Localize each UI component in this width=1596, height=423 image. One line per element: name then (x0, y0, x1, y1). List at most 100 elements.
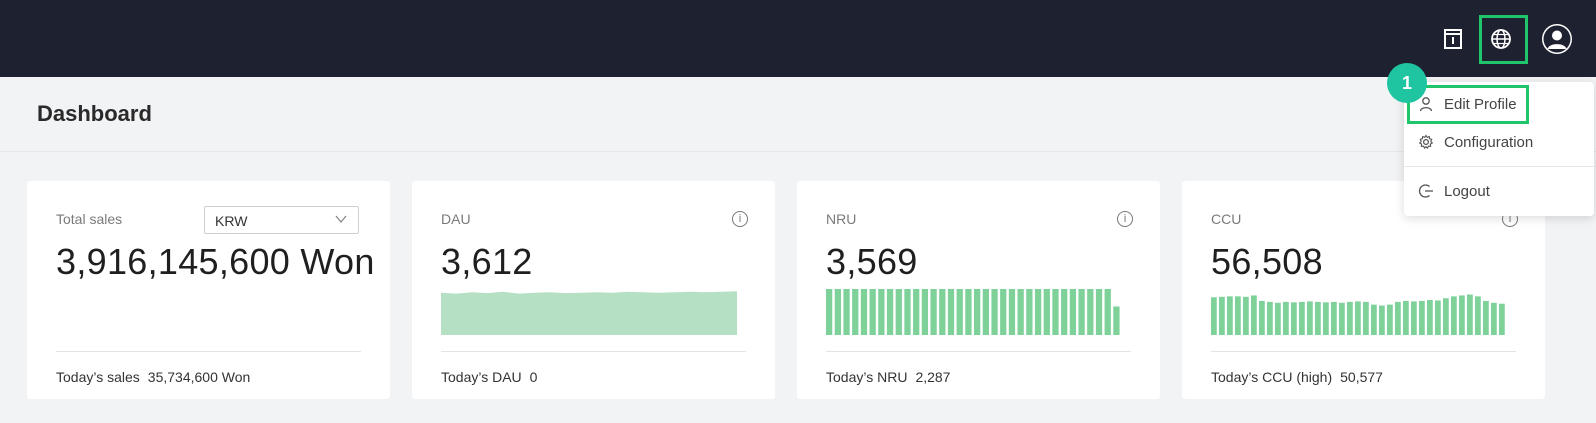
ccu-bar (1315, 301, 1321, 335)
footer-label: Today’s DAU (441, 369, 522, 385)
ccu-bar (1331, 301, 1337, 335)
ccu-bar (1499, 303, 1505, 335)
ccu-bar (1435, 300, 1441, 335)
user-avatar-icon[interactable] (1540, 22, 1574, 56)
ccu-bar (1443, 298, 1449, 335)
nru-bar (1043, 289, 1050, 335)
dau-area (441, 291, 737, 335)
nru-bar (1026, 289, 1033, 335)
nru-bar (1113, 306, 1120, 335)
ccu-bar (1459, 295, 1465, 335)
nru-bar (913, 289, 920, 335)
footer-label: Today’s sales (56, 369, 140, 385)
nru-bar (1017, 289, 1024, 335)
card-label: NRU (826, 211, 857, 227)
nru-bar (878, 289, 885, 335)
ccu-bar (1427, 300, 1433, 335)
ccu-bar (1347, 301, 1353, 335)
divider (56, 351, 361, 352)
dau-card: DAU i 3,612 Today’s DAU 0 (412, 181, 775, 399)
card-footer: Today’s sales 35,734,600 Won (56, 369, 250, 385)
total-sales-card: Total sales KRW 3,916,145,600 Won Today’… (27, 181, 390, 399)
ccu-bar (1419, 300, 1425, 335)
ccu-bar (1467, 294, 1473, 335)
nru-bar (1095, 289, 1103, 335)
nru-bar (1087, 289, 1094, 335)
nru-bar (1000, 289, 1007, 335)
nru-bar-chart (826, 289, 1120, 335)
info-icon[interactable]: i (732, 211, 748, 227)
info-icon[interactable]: i (1117, 211, 1133, 227)
footer-value: 0 (529, 369, 538, 385)
nru-bar (826, 289, 833, 335)
nru-bar (930, 289, 937, 335)
step-badge: 1 (1387, 63, 1427, 103)
nru-card: NRU i 3,569 Today’s NRU 2,287 (797, 181, 1160, 399)
ccu-bar (1403, 300, 1409, 335)
chevron-down-icon (334, 212, 348, 226)
nru-bar (1052, 289, 1059, 335)
currency-value: KRW (215, 213, 248, 229)
ccu-bar (1307, 301, 1313, 335)
nru-bar (1061, 289, 1068, 335)
ccu-bar (1235, 296, 1241, 335)
ccu-bar (1219, 296, 1225, 335)
nru-bar (852, 289, 859, 335)
dau-area-chart (441, 291, 737, 335)
nru-bar (939, 289, 946, 335)
ccu-bar (1251, 295, 1257, 335)
nru-bar (1078, 289, 1085, 335)
nru-bar (965, 289, 972, 335)
ccu-bar (1243, 296, 1249, 335)
card-label: CCU (1211, 211, 1242, 227)
nru-bar (1104, 289, 1111, 335)
currency-select[interactable]: KRW (204, 206, 359, 234)
document-icon[interactable] (1438, 24, 1468, 54)
divider (1211, 351, 1516, 352)
footer-label: Today’s NRU (826, 369, 908, 385)
nru-bar (1008, 289, 1016, 335)
divider (1404, 166, 1594, 167)
ccu-bar (1451, 296, 1457, 335)
ccu-bar (1323, 302, 1329, 335)
nru-bar (991, 289, 998, 335)
page-header (0, 77, 1596, 152)
ccu-bar (1211, 297, 1217, 335)
ccu-bar (1355, 301, 1361, 335)
nru-bar (956, 289, 963, 335)
menu-item-configuration[interactable]: Configuration (1404, 124, 1594, 160)
footer-label: Today’s CCU (high) (1211, 369, 1333, 385)
nru-bar (895, 289, 902, 335)
ccu-bar (1291, 302, 1297, 335)
page-title: Dashboard (37, 101, 152, 126)
globe-icon[interactable] (1486, 24, 1516, 54)
ccu-bar-chart (1211, 294, 1505, 335)
card-value: 56,508 (1211, 241, 1323, 282)
ccu-bar (1227, 296, 1233, 335)
ccu-bar (1363, 301, 1369, 335)
nru-bar (921, 289, 929, 335)
ccu-bar (1267, 301, 1273, 335)
nru-bar (869, 289, 876, 335)
footer-value: 35,734,600 Won (147, 369, 251, 385)
footer-value: 50,577 (1340, 369, 1383, 385)
nru-bar (974, 289, 981, 335)
ccu-bar (1259, 300, 1265, 335)
nru-bar (947, 289, 955, 335)
nru-bar (886, 289, 894, 335)
gear-icon (1418, 134, 1434, 150)
ccu-bar (1411, 301, 1417, 335)
nru-bar (982, 289, 989, 335)
ccu-bar (1275, 302, 1281, 335)
divider (441, 351, 746, 352)
logout-icon (1418, 183, 1434, 199)
card-footer: Today’s CCU (high) 50,577 (1211, 369, 1383, 385)
ccu-bar (1387, 304, 1393, 335)
menu-item-label: Configuration (1444, 133, 1534, 151)
ccu-bar (1299, 301, 1305, 335)
nru-bar (843, 289, 850, 335)
ccu-bar (1339, 302, 1345, 335)
menu-item-logout[interactable]: Logout (1404, 173, 1594, 209)
card-label: Total sales (56, 211, 123, 227)
nru-bar (860, 289, 868, 335)
